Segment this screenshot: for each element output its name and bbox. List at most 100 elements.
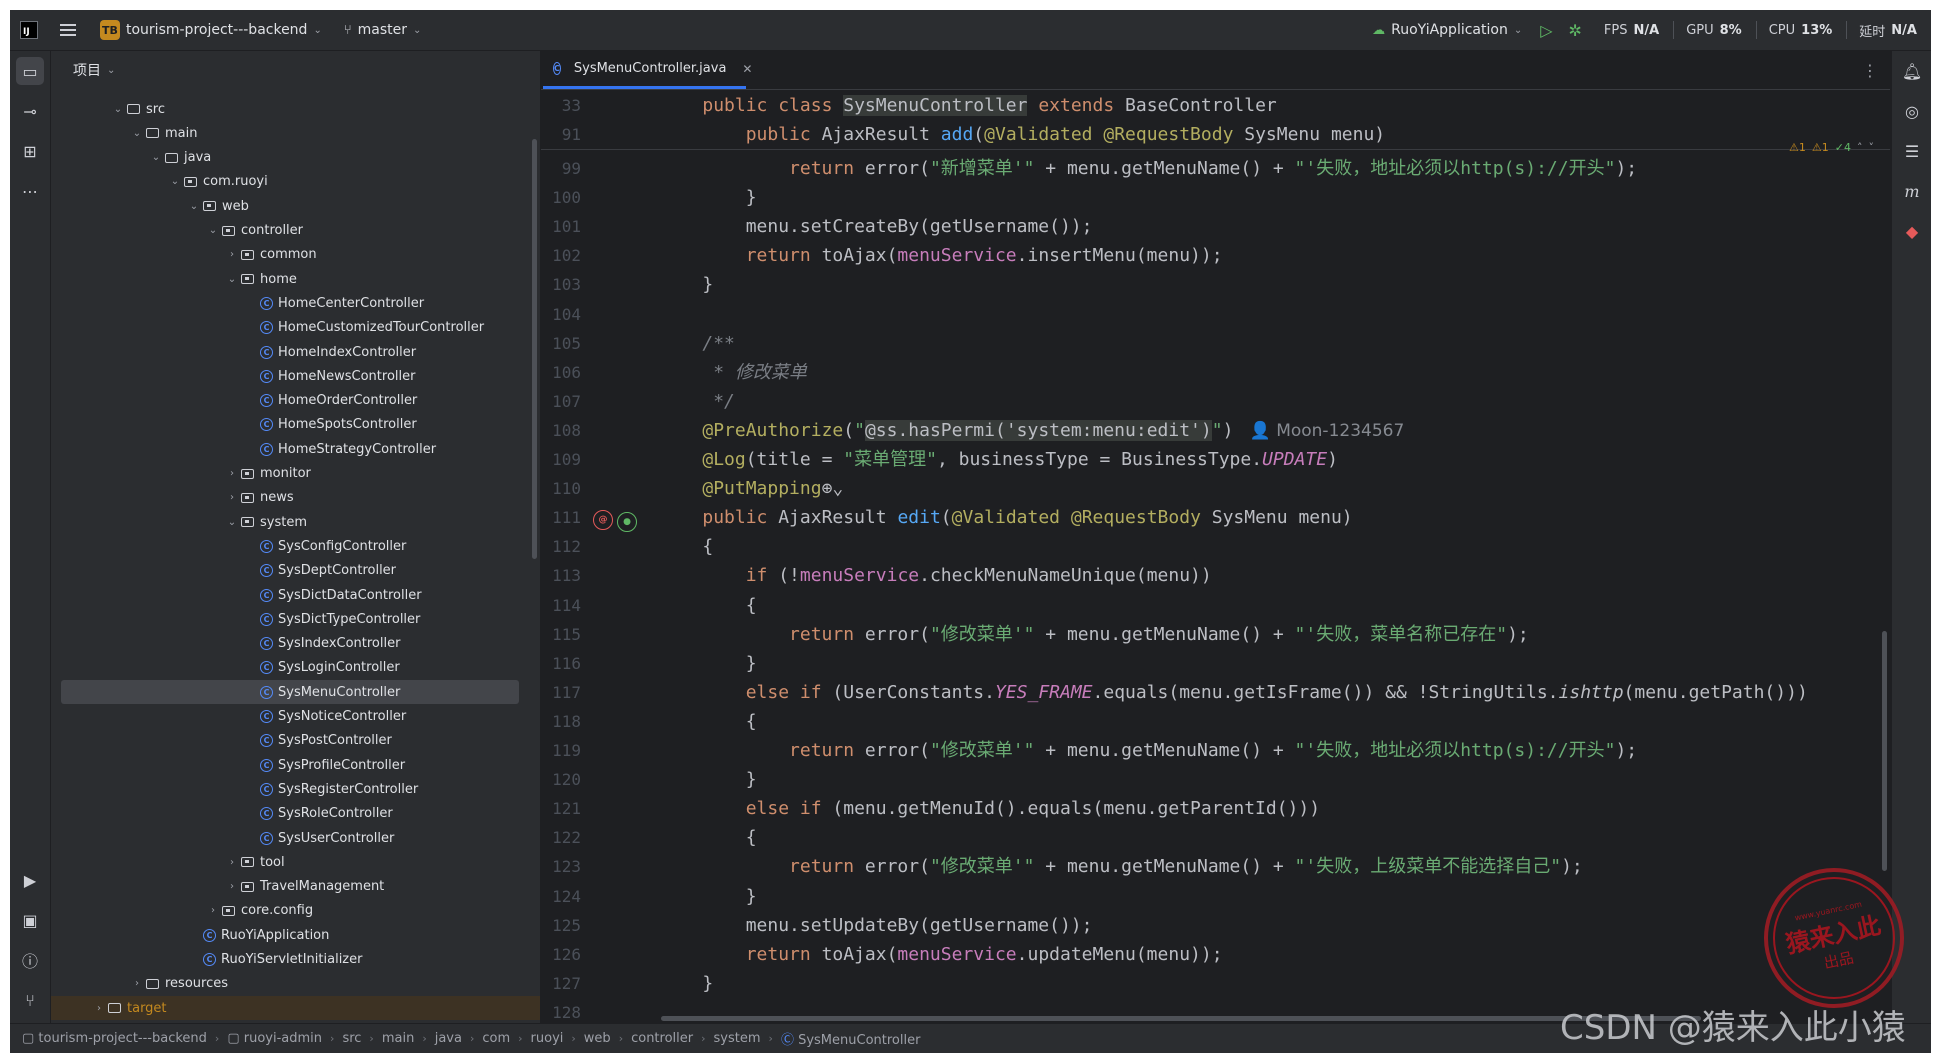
chevron-down-icon[interactable]: ⌄ [225,274,239,285]
tree-item-homecentercontroller[interactable]: C HomeCenterController [51,291,521,315]
tree-item-sysdeptcontroller[interactable]: C SysDeptController [51,559,521,583]
tree-item-home[interactable]: ⌄ home [51,267,521,291]
breadcrumb-item[interactable]: controller [631,1031,693,1046]
code-line[interactable]: */ [659,387,735,416]
code-line[interactable]: { [659,591,757,620]
main-menu-icon[interactable] [60,24,76,36]
chevron-right-icon[interactable]: › [225,881,239,892]
close-icon[interactable]: ✕ [742,62,752,76]
code-line[interactable]: @PreAuthorize("@ss.hasPermi('system:menu… [659,416,1404,445]
project-folder-icon[interactable]: ▭ [16,57,44,85]
project-panel-header[interactable]: 项目 ⌄ [51,51,540,89]
structure-icon[interactable]: ⊞ [16,137,44,165]
code-line[interactable]: { [659,707,757,736]
tree-item-system[interactable]: ⌄ system [51,510,521,534]
tab-sysmenucontroller[interactable]: C SysMenuController.java ✕ [543,51,752,89]
tree-item-homeordercontroller[interactable]: C HomeOrderController [51,389,521,413]
code-line[interactable]: if (!menuService.checkMenuNameUnique(men… [659,561,1212,590]
chevron-down-icon[interactable]: ⌄ [206,225,220,236]
editor-horizontal-scrollbar[interactable] [661,1016,1701,1021]
tree-item-homestrategycontroller[interactable]: C HomeStrategyController [51,437,521,461]
code-line[interactable]: * 修改菜单 [659,358,807,387]
breadcrumb-item[interactable]: Ⓒ SysMenuController [781,1029,921,1048]
code-line[interactable]: else if (UserConstants.YES_FRAME.equals(… [659,678,1808,707]
code-line[interactable]: menu.setUpdateBy(getUsername()); [659,911,1093,940]
tree-item-monitor[interactable]: › monitor [51,462,521,486]
chevron-down-icon[interactable]: ⌄ [130,128,144,139]
tree-item-common[interactable]: › common [51,243,521,267]
chevron-right-icon[interactable]: › [225,492,239,503]
ai-assistant-icon[interactable]: ◎ [1902,101,1922,121]
tree-item-com-ruoyi[interactable]: ⌄ com.ruoyi [51,170,521,194]
tree-item-ruoyiapplication[interactable]: C RuoYiApplication [51,923,521,947]
code-line[interactable]: public AjaxResult edit(@Validated @Reque… [659,503,1352,532]
tree-item-sysconfigcontroller[interactable]: C SysConfigController [51,534,521,558]
code-line[interactable]: return error("修改菜单'" + menu.getMenuName(… [659,620,1529,649]
tree-item-sysregistercontroller[interactable]: C SysRegisterController [51,777,521,801]
code-line[interactable]: } [659,969,713,998]
code-line[interactable]: return error("修改菜单'" + menu.getMenuName(… [659,852,1583,881]
tree-item-homenewscontroller[interactable]: C HomeNewsController [51,364,521,388]
tree-item-syslogincontroller[interactable]: C SysLoginController [51,656,521,680]
tree-item-core-config[interactable]: › core.config [51,899,521,923]
tree-item-homeindexcontroller[interactable]: C HomeIndexController [51,340,521,364]
code-line[interactable]: } [659,882,757,911]
tree-item-sysindexcontroller[interactable]: C SysIndexController [51,632,521,656]
breadcrumb-item[interactable]: java [435,1031,462,1046]
code-line[interactable]: { [659,532,713,561]
code-line[interactable]: return toAjax(menuService.insertMenu(men… [659,241,1223,270]
tree-item-target[interactable]: › target [51,996,540,1021]
code-line[interactable]: @Log(title = "菜单管理", businessType = Busi… [659,445,1338,474]
chevron-down-icon[interactable]: ⌄ [168,176,182,187]
maven-icon[interactable]: m [1902,181,1922,201]
chevron-right-icon[interactable]: › [225,249,239,260]
problems-icon[interactable]: ⓘ [16,946,44,974]
tree-item-web[interactable]: ⌄ web [51,194,521,218]
more-tools-icon[interactable]: ⋯ [16,177,44,205]
code-line[interactable]: } [659,649,757,678]
code-line[interactable]: public class SysMenuController extends B… [659,91,1277,120]
tree-item-sysrolecontroller[interactable]: C SysRoleController [51,802,521,826]
tree-item-tool[interactable]: › tool [51,850,521,874]
chevron-down-icon[interactable]: ⌄ [225,517,239,528]
tree-item-main[interactable]: ⌄ main [51,121,521,145]
chevron-down-icon[interactable]: ⌄ [149,152,163,163]
author-inlay-hint[interactable]: 👤 Moon-1234567 [1233,421,1405,441]
run-config-selector[interactable]: ☁ RuoYiApplication ⌄ [1372,22,1522,38]
database-icon[interactable]: ☰ [1902,141,1922,161]
chevron-right-icon[interactable]: › [92,1003,106,1014]
tree-item-homecustomizedtourcontroller[interactable]: C HomeCustomizedTourController [51,316,521,340]
tree-item-ruoyiservletinitializer[interactable]: C RuoYiServletInitializer [51,948,521,972]
breadcrumb-item[interactable]: web [584,1031,611,1046]
tree-item-travelmanagement[interactable]: › TravelManagement [51,875,521,899]
run-icon[interactable]: ▷ [1540,21,1552,40]
app-logo-icon[interactable]: IJ [20,21,38,39]
code-line[interactable]: return error("新增菜单'" + menu.getMenuName(… [659,154,1637,183]
tree-item-sysnoticecontroller[interactable]: C SysNoticeController [51,705,521,729]
tree-item-sysdicttypecontroller[interactable]: C SysDictTypeController [51,607,521,631]
tree-item-sysprofilecontroller[interactable]: C SysProfileController [51,753,521,777]
chevron-down-icon[interactable]: ⌄ [111,104,125,115]
plugin-icon[interactable]: ◆ [1902,221,1922,241]
code-line[interactable]: return error("修改菜单'" + menu.getMenuName(… [659,736,1637,765]
code-line[interactable]: else if (menu.getMenuId().equals(menu.ge… [659,794,1320,823]
tree-item-sysusercontroller[interactable]: C SysUserController [51,826,521,850]
code-line[interactable]: } [659,765,757,794]
chevron-right-icon[interactable]: › [130,978,144,989]
mapping-endpoint-icon[interactable]: @ [593,510,613,530]
tree-item-sysmenucontroller[interactable]: C SysMenuController [61,680,519,705]
breadcrumb-item[interactable]: ruoyi [531,1031,564,1046]
tree-item-news[interactable]: › news [51,486,521,510]
tree-item-src[interactable]: ⌄ src [51,97,521,121]
commit-icon[interactable]: ⊸ [16,97,44,125]
notifications-icon[interactable]: 🔔︎ [1902,61,1922,81]
breadcrumb-item[interactable]: system [714,1031,761,1046]
git-icon[interactable]: ⑂ [16,986,44,1014]
code-line[interactable]: { [659,823,757,852]
code-line[interactable]: } [659,183,757,212]
chevron-right-icon[interactable]: › [225,857,239,868]
chevron-down-icon[interactable]: ˅ [1869,141,1875,154]
tree-item-java[interactable]: ⌄ java [51,146,521,170]
code-line[interactable]: menu.setCreateBy(getUsername()); [659,212,1093,241]
sticky-scroll-header[interactable]: 33 91 public class SysMenuController exte… [541,91,1890,150]
